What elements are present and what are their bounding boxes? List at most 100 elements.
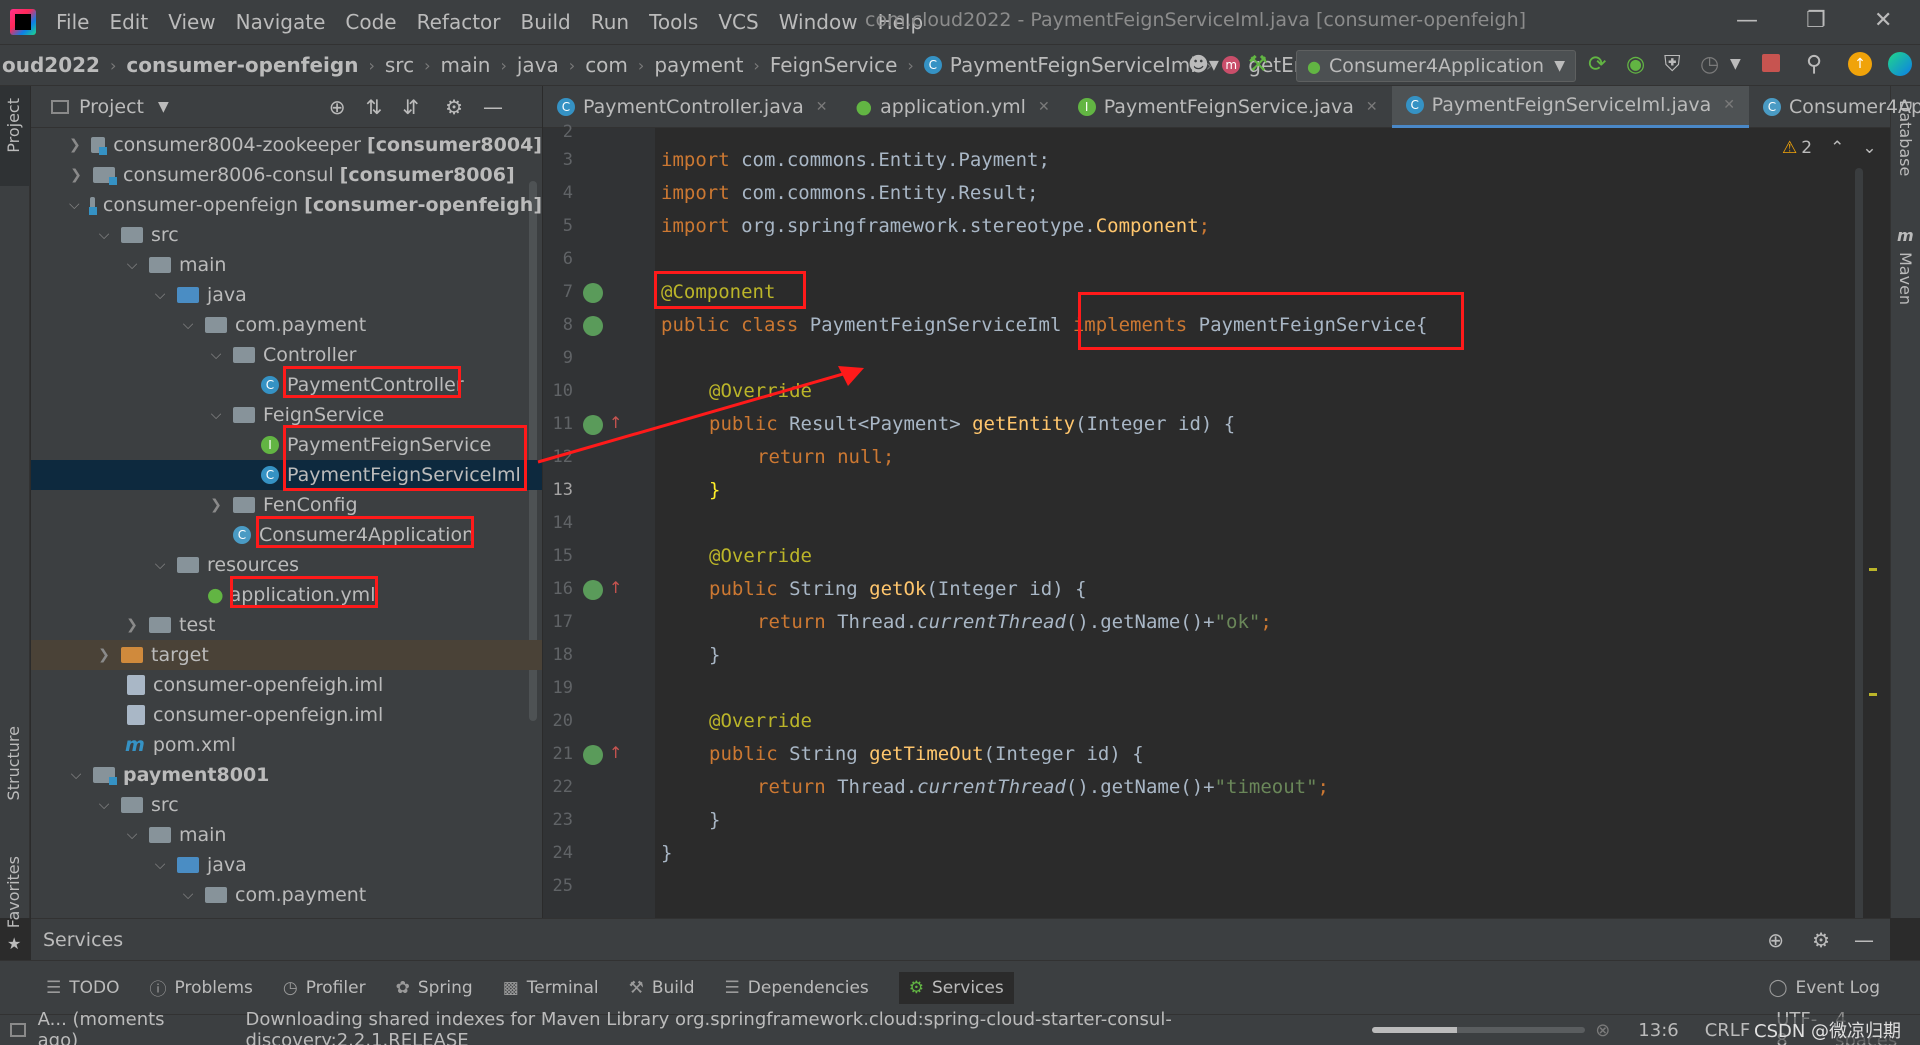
project-panel-title[interactable]: Project (79, 96, 144, 118)
close-icon[interactable]: ✕ (1874, 8, 1892, 33)
breadcrumb-class[interactable]: PaymentFeignServiceIml (950, 53, 1196, 77)
breadcrumb-payment[interactable]: payment (654, 53, 743, 77)
editor-scrollbar[interactable] (1855, 168, 1863, 928)
close-icon[interactable]: ✕ (1723, 97, 1735, 113)
code-editor[interactable]: import com.commons.Entity.Payment; impor… (655, 128, 1877, 928)
stop-icon[interactable] (1762, 54, 1780, 72)
tree-item-iml-2[interactable]: consumer-openfeign.iml (31, 700, 542, 730)
tab-application-yml[interactable]: ● application.yml ✕ (841, 86, 1063, 128)
tree-item-test[interactable]: ❯ test (31, 610, 542, 640)
collapse-all-icon[interactable]: ⇵ (402, 95, 419, 119)
tree-item-consumer8006[interactable]: ❯ consumer8006-consul [consumer8006] (31, 160, 542, 190)
structure-tool-tab[interactable]: Structure (4, 726, 23, 800)
menu-file[interactable]: File (56, 10, 89, 34)
build-tool-button[interactable]: ⚒ Build (629, 978, 695, 998)
rerun-icon[interactable]: ⟳ (1588, 52, 1606, 77)
inspection-widget[interactable]: ⚠ 2 ⌃ ⌄ (1782, 138, 1877, 158)
minimize-icon[interactable]: — (1736, 8, 1758, 33)
expand-all-icon[interactable]: ⇅ (366, 95, 383, 119)
warning-stripe[interactable] (1869, 693, 1877, 696)
coverage-icon[interactable]: ⛨ (1664, 52, 1681, 77)
menu-build[interactable]: Build (521, 10, 571, 34)
menu-navigate[interactable]: Navigate (236, 10, 326, 34)
menu-code[interactable]: Code (345, 10, 396, 34)
menu-window[interactable]: Window (779, 10, 858, 34)
status-message[interactable]: Downloading shared indexes for Maven Lib… (245, 1009, 1359, 1045)
maven-tool-tab[interactable]: Maven (1896, 252, 1915, 305)
tree-item-target[interactable]: ❯ target (31, 640, 542, 670)
gear-icon[interactable]: ⚙ (445, 95, 463, 119)
tree-item-main-2[interactable]: ⌵ main (31, 820, 542, 850)
tab-paymentfeignserviceiml[interactable]: C PaymentFeignServiceIml.java ✕ (1391, 85, 1749, 128)
breadcrumb-feignservice[interactable]: FeignService (770, 53, 898, 77)
spring-tool-button[interactable]: ✿ Spring (396, 978, 473, 998)
tab-consumer4application[interactable]: C Consumer4Applic (1749, 86, 1920, 128)
tree-item-iml-1[interactable]: consumer-openfeigh.iml (31, 670, 542, 700)
restore-icon[interactable]: ❐ (1806, 8, 1826, 33)
build-hammer-icon[interactable]: ⚒ (1248, 52, 1268, 77)
toggle-tool-windows-icon[interactable] (10, 1023, 26, 1037)
tree-item-src[interactable]: ⌵ src (31, 220, 542, 250)
locate-icon[interactable]: ⊕ (329, 95, 346, 119)
tree-item-java[interactable]: ⌵ java (31, 280, 542, 310)
hide-panel-icon[interactable]: — (1854, 928, 1874, 952)
menu-tools[interactable]: Tools (649, 10, 698, 34)
breadcrumb-main[interactable]: main (440, 53, 490, 77)
override-arrow-icon[interactable]: ↑ (609, 578, 622, 597)
menu-vcs[interactable]: VCS (718, 10, 758, 34)
tab-paymentcontroller[interactable]: C PaymentController.java ✕ (543, 86, 841, 128)
project-tool-tab[interactable]: Project (4, 98, 23, 153)
implementing-method-icon[interactable] (583, 580, 603, 600)
cancel-icon[interactable]: ⊗ (1595, 1020, 1610, 1041)
menu-refactor[interactable]: Refactor (417, 10, 501, 34)
chevron-down-icon[interactable]: ⌄ (1862, 138, 1876, 158)
event-log-button[interactable]: ◯ Event Log (1769, 978, 1881, 998)
close-icon[interactable]: ✕ (1038, 99, 1050, 115)
debug-icon[interactable]: ◉ (1626, 52, 1645, 77)
breadcrumb-module[interactable]: consumer-openfeign (126, 53, 358, 77)
spring-bean-icon[interactable] (583, 316, 603, 336)
services-tool-button[interactable]: ⚙ Services (898, 971, 1014, 1004)
tree-item-src-2[interactable]: ⌵ src (31, 790, 542, 820)
jetbrains-toolbox-icon[interactable] (1888, 52, 1912, 76)
chevron-down-icon[interactable]: ▼ (1730, 56, 1741, 72)
tree-item-pom-xml[interactable]: m pom.xml (31, 730, 542, 760)
tree-item-payment8001[interactable]: ⌵ payment8001 (31, 760, 542, 790)
menu-run[interactable]: Run (591, 10, 629, 34)
hide-panel-icon[interactable]: — (483, 95, 503, 119)
todo-tool-button[interactable]: ☰ TODO (46, 978, 120, 998)
line-separator[interactable]: CRLF (1705, 1020, 1750, 1041)
menu-edit[interactable]: Edit (109, 10, 148, 34)
search-icon[interactable]: ⚲ (1806, 52, 1822, 77)
tab-paymentfeignservice[interactable]: I PaymentFeignService.java ✕ (1064, 86, 1392, 128)
tree-item-com-payment[interactable]: ⌵ com.payment (31, 310, 542, 340)
locate-icon[interactable]: ⊕ (1767, 928, 1784, 952)
spring-bean-icon[interactable] (583, 283, 603, 303)
tree-item-java-2[interactable]: ⌵ java (31, 850, 542, 880)
override-arrow-icon[interactable]: ↑ (609, 743, 622, 762)
chevron-down-icon[interactable]: ▼ (158, 99, 169, 115)
update-icon[interactable]: ↑ (1848, 52, 1872, 76)
problems-tool-button[interactable]: ⓘ Problems (150, 975, 253, 1001)
run-configuration-select[interactable]: ● Consumer4Application ▼ (1296, 50, 1576, 82)
breadcrumb-java[interactable]: java (517, 53, 559, 77)
chevron-up-icon[interactable]: ⌃ (1830, 138, 1844, 158)
dependencies-tool-button[interactable]: ☰ Dependencies (725, 978, 869, 998)
tree-item-consumer8004[interactable]: ❯ consumer8004-zookeeper [consumer8004] (31, 130, 542, 160)
tree-item-consumer-openfeign[interactable]: ⌵ consumer-openfeign [consumer-openfeigh… (31, 190, 542, 220)
close-icon[interactable]: ✕ (1366, 99, 1378, 115)
close-icon[interactable]: ✕ (816, 99, 828, 115)
gear-icon[interactable]: ⚙ (1812, 928, 1830, 952)
breadcrumb-com[interactable]: com (585, 53, 628, 77)
breadcrumb-src[interactable]: src (385, 53, 414, 77)
warning-stripe[interactable] (1869, 568, 1877, 571)
breadcrumb-root[interactable]: oud2022 (2, 53, 100, 77)
terminal-tool-button[interactable]: ▩ Terminal (503, 978, 599, 998)
profiler-tool-button[interactable]: ◷ Profiler (283, 978, 366, 998)
user-icon[interactable]: ☻▾ (1188, 52, 1219, 76)
tree-item-com-payment-2[interactable]: ⌵ com.payment (31, 880, 542, 910)
menu-view[interactable]: View (168, 10, 215, 34)
tree-item-main[interactable]: ⌵ main (31, 250, 542, 280)
caret-position[interactable]: 13:6 (1638, 1020, 1678, 1041)
favorites-tool-tab[interactable]: Favorites (4, 856, 23, 928)
